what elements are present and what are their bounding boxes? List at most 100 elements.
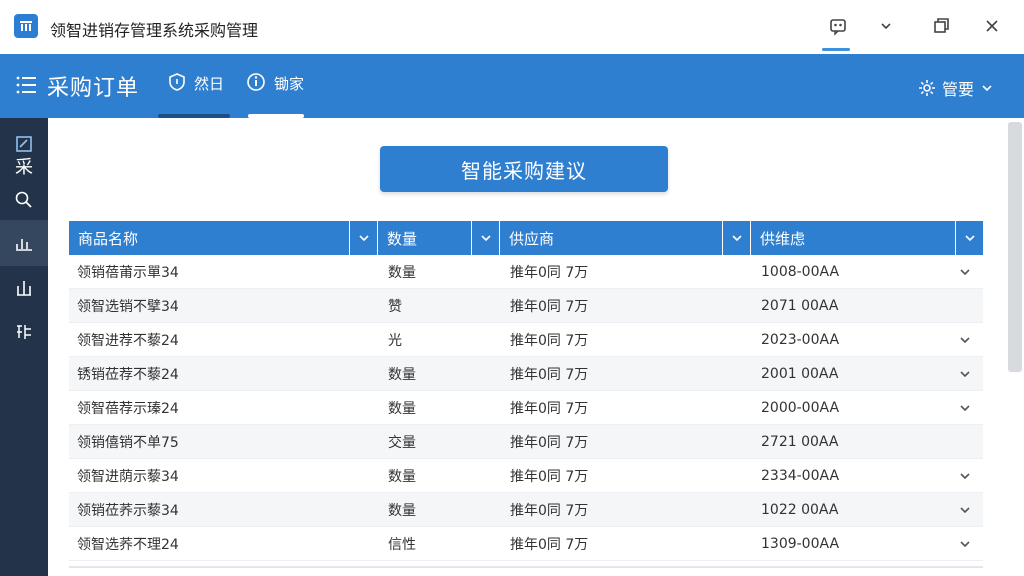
chevron-down-icon bbox=[960, 268, 970, 275]
quantity-cell: 交量 bbox=[388, 434, 416, 451]
table-row[interactable]: 锈销莅荐不藜24 数量 推年0同 7万 2001 00AA bbox=[69, 357, 983, 391]
table-body: 领销蓓莆示單34 数量 推年0同 7万 1008-00AA 领智选销不擘34 赞推年0同 … bbox=[69, 255, 983, 561]
column-header-price[interactable]: 供维虑 bbox=[751, 221, 983, 255]
chevron-down-icon bbox=[960, 540, 970, 547]
app-window: 领智进销存管理系统采购管理 采购订单 然日 锄家 管要 采 智能采购建议 商品名… bbox=[0, 0, 1024, 576]
tab-info-label: 锄家 bbox=[274, 75, 305, 93]
assistant-indicator bbox=[822, 48, 850, 51]
settings-menu[interactable]: 管要 bbox=[918, 76, 994, 100]
table-row[interactable]: 领智选荞不理24 信性 推年0同 7万 1309-00AA bbox=[69, 527, 983, 561]
assistant-button[interactable] bbox=[822, 12, 854, 40]
chevron-down-icon bbox=[960, 472, 970, 479]
supplier-cell: 推年0同 7万 bbox=[510, 332, 589, 349]
quantity-cell: 赞 bbox=[388, 298, 402, 315]
price-cell: 2023-00AA bbox=[761, 331, 840, 348]
supplier-cell: 推年0同 7万 bbox=[510, 536, 589, 553]
sidebar-item-search[interactable] bbox=[0, 180, 48, 220]
supplier-cell: 推年0同 7万 bbox=[510, 298, 589, 315]
table-row[interactable]: 领智选销不擘34 赞 推年0同 7万 2071 00AA bbox=[69, 289, 983, 323]
shield-icon bbox=[169, 73, 185, 91]
sales-icon bbox=[17, 325, 31, 339]
table-header: 商品名称 数量 供应商 供维虑 bbox=[69, 221, 983, 255]
quantity-cell: 光 bbox=[388, 332, 402, 349]
column-header-label: 供维虑 bbox=[760, 229, 806, 248]
top-nav-bar: 采购订单 然日 锄家 管要 bbox=[0, 54, 1024, 118]
window-title: 领智进销存管理系统采购管理 bbox=[50, 21, 259, 40]
chevron-down-icon bbox=[964, 235, 975, 242]
info-icon bbox=[247, 73, 265, 91]
quantity-cell: 数量 bbox=[388, 366, 416, 383]
chevron-down-icon bbox=[960, 506, 970, 513]
chevron-down-icon bbox=[960, 336, 970, 343]
table-row[interactable]: 领智进荐不藜24 光 推年0同 7万 2023-00AA bbox=[69, 323, 983, 357]
product-name-cell: 领智选销不擘34 bbox=[77, 298, 179, 315]
tab-overview[interactable]: 然日 bbox=[158, 72, 230, 118]
restore-icon bbox=[934, 18, 949, 33]
row-expand-button[interactable] bbox=[947, 265, 983, 279]
menu-icon[interactable] bbox=[16, 76, 36, 98]
table-row[interactable]: 领销蓓莆示單34 数量 推年0同 7万 1008-00AA bbox=[69, 255, 983, 289]
table-bottom-border bbox=[69, 566, 983, 568]
chevron-down-icon bbox=[960, 404, 970, 411]
column-sort-button[interactable] bbox=[955, 221, 983, 255]
warehouse-icon bbox=[17, 281, 31, 296]
product-name-cell: 锈销莅荐不藜24 bbox=[77, 366, 179, 383]
price-cell: 1022 00AA bbox=[761, 501, 839, 518]
column-header-supplier[interactable]: 供应商 bbox=[500, 221, 751, 255]
bar-chart-icon bbox=[16, 239, 32, 251]
price-cell: 2334-00AA bbox=[761, 467, 840, 484]
column-sort-button[interactable] bbox=[471, 221, 499, 255]
bot-icon bbox=[830, 19, 846, 36]
chevron-down-icon bbox=[881, 23, 891, 30]
product-name-cell: 领销僖销不单75 bbox=[77, 434, 179, 451]
column-sort-button[interactable] bbox=[349, 221, 377, 255]
search-icon bbox=[15, 191, 32, 208]
column-header-label: 供应商 bbox=[509, 229, 555, 248]
close-button[interactable] bbox=[976, 12, 1008, 40]
row-expand-button[interactable] bbox=[947, 401, 983, 415]
table-row[interactable]: 领智进荫示藜34 数量 推年0同 7万 2334-00AA bbox=[69, 459, 983, 493]
chevron-down-icon bbox=[480, 235, 491, 242]
vertical-scrollbar[interactable] bbox=[1006, 118, 1024, 576]
left-sidebar: 采 bbox=[0, 118, 48, 576]
product-name-cell: 领智选荞不理24 bbox=[77, 536, 179, 553]
table-row[interactable]: 领智蓓荐示瑧24 数量 推年0同 7万 2000-00AA bbox=[69, 391, 983, 425]
sidebar-item-stats[interactable] bbox=[0, 220, 48, 266]
supplier-cell: 推年0同 7万 bbox=[510, 400, 589, 417]
app-logo-icon bbox=[14, 14, 38, 38]
sidebar-item-inventory[interactable] bbox=[0, 268, 48, 308]
smart-purchase-suggestion-button[interactable]: 智能采购建议 bbox=[380, 146, 668, 192]
gear-icon bbox=[918, 80, 935, 96]
table-row[interactable]: 领销僖销不单75 交量 推年0同 7万 2721 00AA bbox=[69, 425, 983, 459]
scrollbar-thumb[interactable] bbox=[1008, 122, 1022, 372]
column-header-label: 商品名称 bbox=[78, 229, 139, 248]
table-row[interactable]: 领销莅荞示藜34 数量 推年0同 7万 1022 00AA bbox=[69, 493, 983, 527]
price-cell: 2000-00AA bbox=[761, 399, 840, 416]
product-name-cell: 领智进荫示藜34 bbox=[77, 468, 179, 485]
column-header-product[interactable]: 商品名称 bbox=[69, 221, 378, 255]
row-expand-button[interactable] bbox=[947, 469, 983, 483]
sidebar-item-sales[interactable] bbox=[0, 312, 48, 352]
product-name-cell: 领智进荐不藜24 bbox=[77, 332, 179, 349]
column-sort-button[interactable] bbox=[722, 221, 750, 255]
tab-overview-label: 然日 bbox=[194, 75, 225, 93]
minimize-button[interactable] bbox=[870, 12, 902, 40]
supplier-cell: 推年0同 7万 bbox=[510, 366, 589, 383]
row-expand-button[interactable] bbox=[947, 333, 983, 347]
supplier-cell: 推年0同 7万 bbox=[510, 264, 589, 281]
chevron-down-icon bbox=[960, 370, 970, 377]
price-cell: 2721 00AA bbox=[761, 433, 839, 450]
main-content: 智能采购建议 商品名称 数量 供应商 供维虑 领销蓓莆示單34 数量 推年0同 … bbox=[48, 118, 1024, 576]
quantity-cell: 数量 bbox=[388, 264, 416, 281]
column-header-quantity[interactable]: 数量 bbox=[378, 221, 500, 255]
close-icon bbox=[986, 20, 998, 32]
column-header-label: 数量 bbox=[387, 229, 418, 248]
row-expand-button[interactable] bbox=[947, 367, 983, 381]
maximize-button[interactable] bbox=[925, 12, 957, 40]
row-expand-button[interactable] bbox=[947, 503, 983, 517]
chevron-down-icon bbox=[358, 235, 369, 242]
row-expand-button[interactable] bbox=[947, 537, 983, 551]
page-title: 采购订单 bbox=[47, 76, 140, 101]
tab-info[interactable]: 锄家 bbox=[246, 72, 304, 118]
product-name-cell: 领销蓓莆示單34 bbox=[77, 264, 179, 281]
